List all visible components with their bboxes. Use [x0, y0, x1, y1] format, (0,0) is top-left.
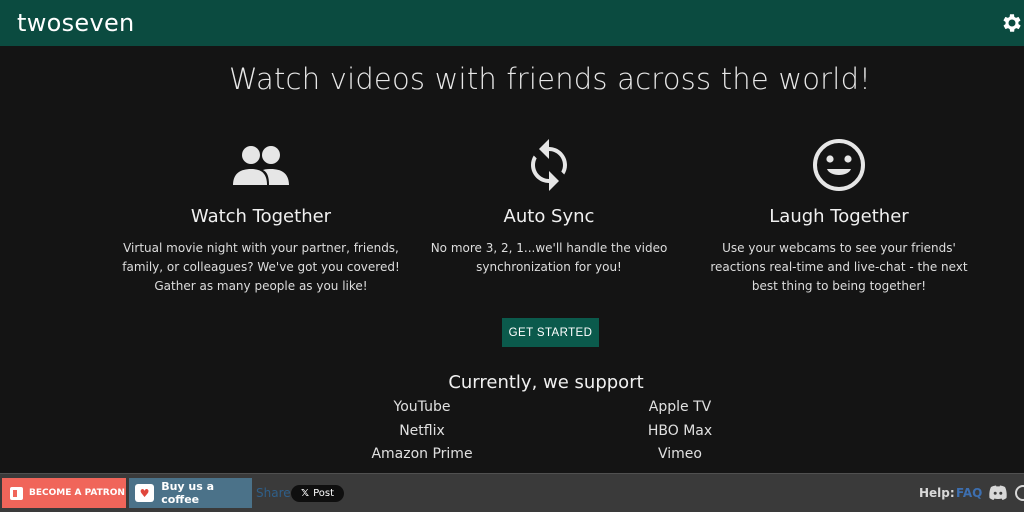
patreon-icon	[10, 486, 23, 500]
sync-icon	[404, 136, 694, 194]
buy-coffee-button[interactable]: ♥ Buy us a coffee	[129, 478, 252, 508]
service-youtube: YouTube	[393, 399, 451, 415]
become-patron-button[interactable]: BECOME A PATRON	[2, 478, 126, 508]
x-post-button[interactable]: 𝕏 Post	[291, 485, 344, 502]
service-amazon-prime: Amazon Prime	[371, 446, 473, 462]
page-title: Watch videos with friends across the wor…	[229, 62, 871, 96]
support-heading: Currently, we support	[448, 372, 644, 393]
help-label: Help:	[919, 486, 955, 500]
footer-bar: BECOME A PATRON ♥ Buy us a coffee Share …	[0, 473, 1024, 512]
get-started-button[interactable]: GET STARTED	[502, 318, 599, 347]
feature-watch-together: Watch Together Virtual movie night with …	[116, 136, 406, 296]
feature-title: Auto Sync	[503, 206, 595, 227]
service-netflix: Netflix	[399, 423, 445, 439]
faq-link[interactable]: FAQ	[956, 486, 982, 500]
feature-description: Virtual movie night with your partner, f…	[122, 241, 400, 293]
feature-auto-sync: Auto Sync No more 3, 2, 1...we'll handle…	[404, 136, 694, 277]
service-vimeo: Vimeo	[658, 446, 702, 462]
kofi-icon: ♥	[135, 484, 155, 502]
coffee-label: Buy us a coffee	[161, 480, 215, 506]
feature-title: Watch Together	[190, 206, 332, 227]
feature-title: Laugh Together	[769, 206, 909, 227]
x-post-label: Post	[313, 488, 334, 499]
gear-icon[interactable]	[1000, 11, 1024, 35]
feature-laugh-together: Laugh Together Use your webcams to see y…	[694, 136, 984, 296]
discord-icon[interactable]	[989, 485, 1007, 501]
feature-description: No more 3, 2, 1...we'll handle the video…	[430, 241, 668, 274]
github-icon[interactable]	[1015, 485, 1024, 501]
patron-label: BECOME A PATRON	[29, 488, 125, 498]
service-apple-tv: Apple TV	[648, 399, 712, 415]
brand-logo[interactable]: twoseven	[17, 9, 135, 37]
smiley-icon	[694, 136, 984, 194]
x-icon: 𝕏	[301, 488, 310, 499]
share-link[interactable]: Share	[256, 486, 291, 500]
top-bar: twoseven	[0, 0, 1024, 46]
service-hbo-max: HBO Max	[647, 423, 713, 439]
feature-description: Use your webcams to see your friends' re…	[710, 241, 968, 293]
people-icon	[116, 136, 406, 194]
